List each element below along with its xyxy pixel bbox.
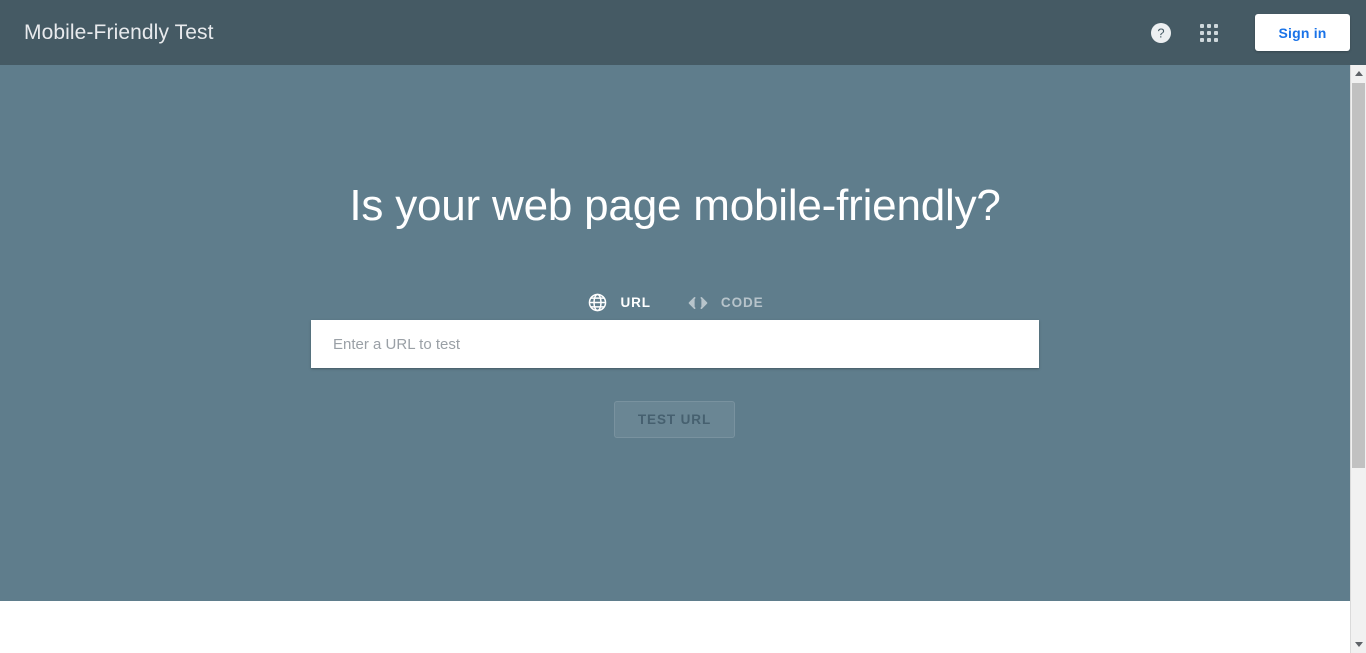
chevron-up-icon (1354, 71, 1363, 76)
svg-text:?: ? (1157, 25, 1164, 40)
hero-content: Is your web page mobile-friendly? URL CO… (0, 65, 1350, 601)
globe-icon (586, 292, 608, 314)
code-brackets-icon (687, 292, 709, 314)
tab-code-label: CODE (720, 295, 764, 310)
scroll-down-button[interactable] (1351, 636, 1366, 653)
url-input-container (311, 320, 1039, 368)
scrollbar-thumb[interactable] (1352, 83, 1365, 468)
url-input[interactable] (311, 320, 1039, 368)
hero-section: Is your web page mobile-friendly? URL CO… (0, 65, 1350, 601)
page-body-below-hero (0, 601, 1350, 653)
sign-in-button[interactable]: Sign in (1255, 14, 1350, 51)
help-circle-icon: ? (1151, 22, 1171, 43)
apps-grid-icon (1200, 23, 1218, 42)
chevron-down-icon (1354, 642, 1363, 647)
hero-heading: Is your web page mobile-friendly? (349, 181, 1001, 230)
page-root: Mobile-Friendly Test ? Sign in Is your w… (0, 0, 1366, 653)
app-header: Mobile-Friendly Test ? Sign in (0, 0, 1366, 65)
vertical-scrollbar[interactable] (1350, 65, 1366, 653)
scroll-up-button[interactable] (1351, 65, 1366, 82)
page-title: Mobile-Friendly Test (24, 20, 214, 44)
tab-url-label: URL (620, 295, 651, 310)
google-apps-button[interactable] (1185, 9, 1233, 57)
help-button[interactable]: ? (1137, 9, 1185, 57)
test-url-button[interactable]: TEST URL (614, 401, 735, 438)
header-actions: ? Sign in (1137, 9, 1350, 57)
